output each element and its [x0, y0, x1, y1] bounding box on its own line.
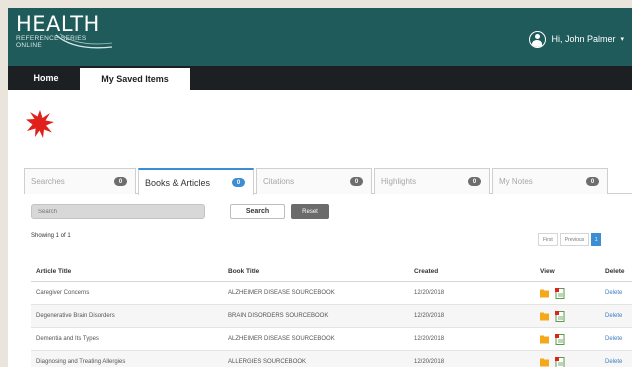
book-icon[interactable]: [555, 333, 565, 345]
count-badge: 0: [232, 178, 245, 187]
book-title-cell: ALZHEIMER DISEASE SOURCEBOOK: [228, 290, 335, 296]
header-delete: Delete: [605, 268, 625, 275]
view-cell: [540, 282, 565, 304]
reset-button[interactable]: Reset: [291, 204, 329, 219]
table-row: Dementia and Its Types ALZHEIMER DISEASE…: [31, 328, 632, 351]
nav-my-saved-items[interactable]: My Saved Items: [80, 68, 190, 90]
book-title-cell: BRAIN DISORDERS SOURCEBOOK: [228, 313, 329, 319]
delete-link[interactable]: Delete: [605, 351, 622, 367]
article-title-cell: Dementia and Its Types: [36, 336, 99, 342]
user-circle-icon: [529, 30, 547, 48]
page-current-button[interactable]: 1: [591, 233, 602, 246]
header-bar: HEALTH REFERENCE SERIES ONLINE Hi, John …: [8, 8, 632, 66]
nav-home[interactable]: Home: [16, 66, 76, 90]
tab-searches[interactable]: Searches 0: [24, 168, 136, 194]
count-badge: 0: [350, 177, 363, 186]
table-row: Degenerative Brain Disorders BRAIN DISOR…: [31, 305, 632, 328]
header-book-title[interactable]: Book Title: [228, 262, 259, 281]
tab-label: Highlights: [381, 177, 417, 186]
header-article-title[interactable]: Article Title: [36, 262, 71, 281]
view-cell: [540, 305, 565, 327]
main-nav: Home My Saved Items: [8, 66, 632, 90]
book-title-cell: ALLERGIES SOURCEBOOK: [228, 359, 307, 365]
app-frame: HEALTH REFERENCE SERIES ONLINE Hi, John …: [8, 8, 632, 367]
page-previous-button[interactable]: Previous: [559, 233, 590, 246]
user-greeting: Hi, John Palmer: [551, 34, 616, 44]
created-cell: 12/20/2018: [414, 359, 445, 365]
results-count: Showing 1 of 1: [31, 233, 71, 239]
table-row: Caregiver Concerns ALZHEIMER DISEASE SOU…: [31, 282, 632, 305]
search-input[interactable]: [31, 204, 205, 219]
table-header: Article Title Book Title Created View De…: [31, 262, 632, 282]
folder-icon[interactable]: [540, 289, 549, 298]
saved-items-tabs: Searches 0 Books & Articles 0 Citations …: [24, 168, 632, 195]
book-icon[interactable]: [555, 310, 565, 322]
created-cell: 12/20/2018: [414, 290, 445, 296]
article-title-cell: Diagnosing and Treating Allergies: [36, 359, 126, 365]
view-cell: [540, 328, 565, 350]
search-button[interactable]: Search: [230, 204, 285, 219]
logo-title: HEALTH: [16, 12, 100, 36]
delete-link[interactable]: Delete: [605, 328, 622, 350]
folder-icon[interactable]: [540, 358, 549, 367]
tab-highlights[interactable]: Highlights 0: [374, 168, 490, 194]
created-cell: 12/20/2018: [414, 336, 445, 342]
starburst-icon: [26, 110, 54, 138]
tab-label: Citations: [263, 177, 295, 186]
tab-citations[interactable]: Citations 0: [256, 168, 372, 194]
delete-link[interactable]: Delete: [605, 282, 622, 304]
header-created[interactable]: Created: [414, 262, 438, 281]
count-badge: 0: [586, 177, 599, 186]
tab-books-articles[interactable]: Books & Articles 0: [138, 168, 254, 195]
count-badge: 0: [114, 177, 127, 186]
book-title-cell: ALZHEIMER DISEASE SOURCEBOOK: [228, 336, 335, 342]
health-reference-logo[interactable]: HEALTH REFERENCE SERIES ONLINE: [16, 12, 113, 49]
tab-label: Searches: [31, 177, 65, 186]
table-row: Diagnosing and Treating Allergies ALLERG…: [31, 351, 632, 367]
header-view: View: [540, 268, 555, 275]
delete-link[interactable]: Delete: [605, 305, 622, 327]
tab-my-notes[interactable]: My Notes 0: [492, 168, 608, 194]
tab-label: My Notes: [499, 177, 533, 186]
created-cell: 12/20/2018: [414, 313, 445, 319]
user-menu[interactable]: Hi, John Palmer ▾: [529, 30, 624, 48]
tab-label: Books & Articles: [145, 177, 211, 188]
book-icon[interactable]: [555, 287, 565, 299]
count-badge: 0: [468, 177, 481, 186]
article-title-cell: Caregiver Concerns: [36, 290, 90, 296]
article-title-cell: Degenerative Brain Disorders: [36, 313, 115, 319]
logo-swoosh-icon: [55, 33, 113, 49]
folder-icon[interactable]: [540, 335, 549, 344]
pagination: First Previous 1: [538, 233, 602, 247]
chevron-down-icon: ▾: [620, 36, 624, 43]
page-first-button[interactable]: First: [538, 233, 558, 246]
book-icon[interactable]: [555, 356, 565, 367]
view-cell: [540, 351, 565, 367]
saved-items-table: Article Title Book Title Created View De…: [31, 262, 632, 367]
folder-icon[interactable]: [540, 312, 549, 321]
